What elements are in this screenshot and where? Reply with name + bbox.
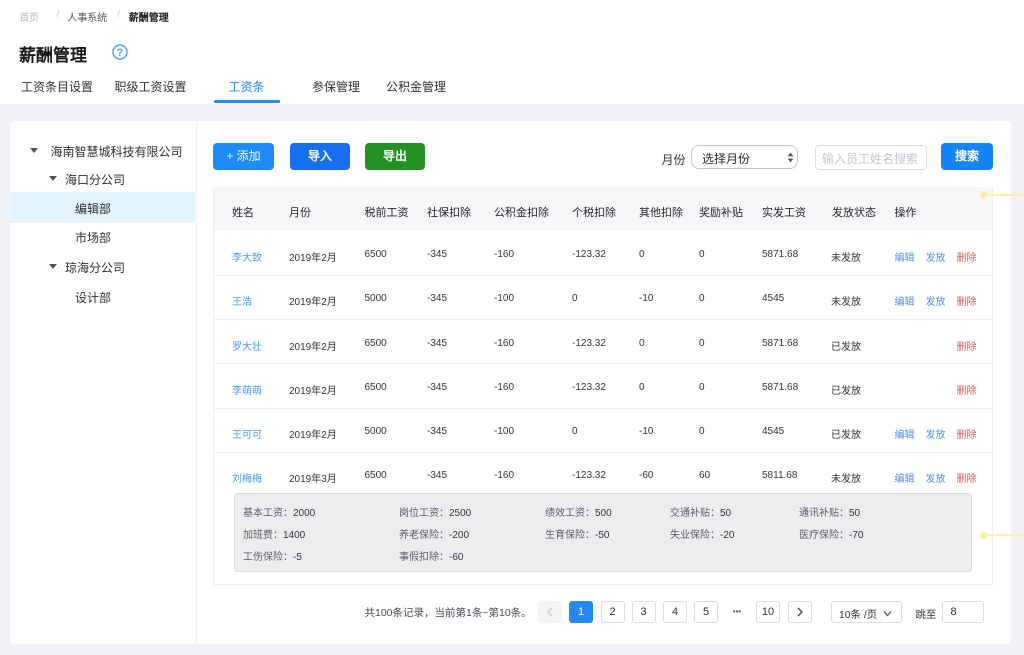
svg-text:?: ? — [117, 47, 124, 59]
